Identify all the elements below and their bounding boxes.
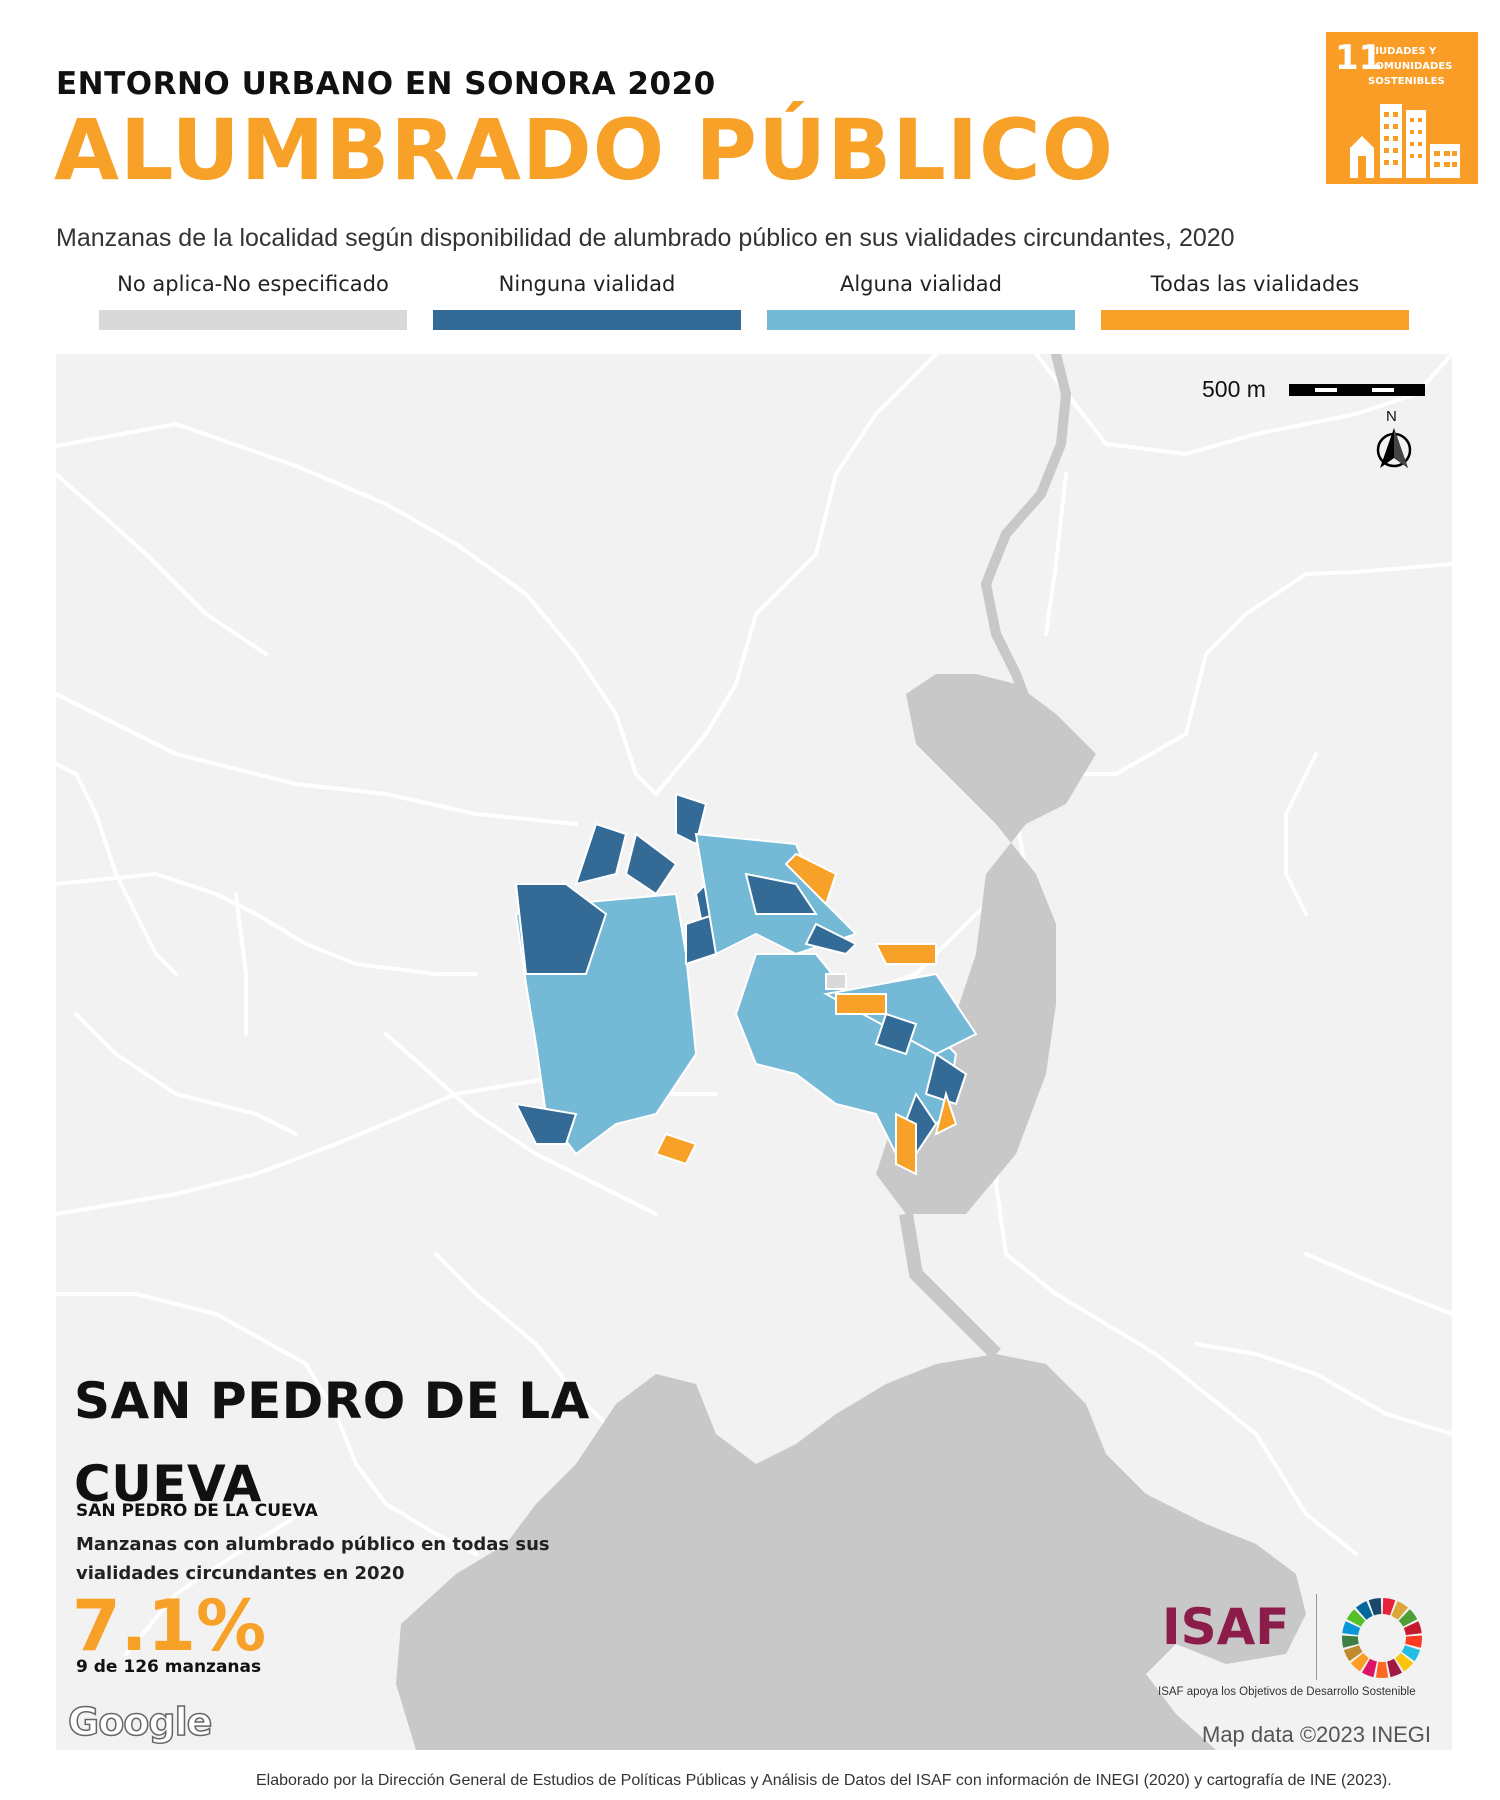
legend-label: Alguna vialidad: [839, 272, 1003, 296]
legend-item-ninguna: Ninguna vialidad: [433, 268, 741, 330]
legend-swatch: [1101, 310, 1409, 330]
legend-label: No aplica-No especificado: [117, 272, 389, 296]
city-buildings-icon: [1350, 104, 1460, 178]
metric-count: 9 de 126 manzanas: [76, 1657, 262, 1677]
legend-item-todas: Todas las vialidades: [1101, 268, 1409, 330]
north-label: N: [1386, 408, 1397, 425]
subtitle: Manzanas de la localidad según disponibi…: [56, 224, 1235, 252]
scale-label: 500 m: [1202, 376, 1266, 402]
isaf-logo: ISAF: [1162, 1598, 1290, 1656]
sdg-text: CIUDADES Y COMUNIDADES SOSTENIBLES: [1368, 46, 1453, 87]
legend-swatch: [99, 310, 407, 330]
isaf-logo-block: ISAF ISAF apoya los Objetivos de Desarro…: [1150, 1590, 1440, 1708]
legend-swatch: [433, 310, 741, 330]
divider: [1316, 1594, 1317, 1680]
page-title: ALUMBRADO PÚBLICO: [54, 101, 1115, 199]
legend-label: Todas las vialidades: [1150, 272, 1360, 296]
legend-swatch: [767, 310, 1075, 330]
legend-item-alguna: Alguna vialidad: [767, 268, 1075, 330]
legend-item-no-aplica: No aplica-No especificado: [99, 268, 407, 330]
metric-label: Manzanas con alumbrado público en todas …: [76, 1534, 550, 1584]
municipality-name: SAN PEDRO DE LA CUEVA: [76, 1501, 318, 1521]
map-attribution: Map data ©2023 INEGI: [1202, 1722, 1432, 1747]
google-logo: Google: [67, 1699, 213, 1745]
supertitle: ENTORNO URBANO EN SONORA 2020: [56, 66, 716, 102]
scale-bar: [1289, 384, 1425, 396]
legend-label: Ninguna vialidad: [498, 272, 676, 296]
credits: Elaborado por la Dirección General de Es…: [256, 1772, 1392, 1789]
isaf-caption: ISAF apoya los Objetivos de Desarrollo S…: [1158, 1686, 1416, 1698]
sdg-11-badge: 11 CIUDADES Y COMUNIDADES SOSTENIBLES: [1326, 32, 1478, 184]
metric-value: 7.1%: [72, 1585, 267, 1667]
